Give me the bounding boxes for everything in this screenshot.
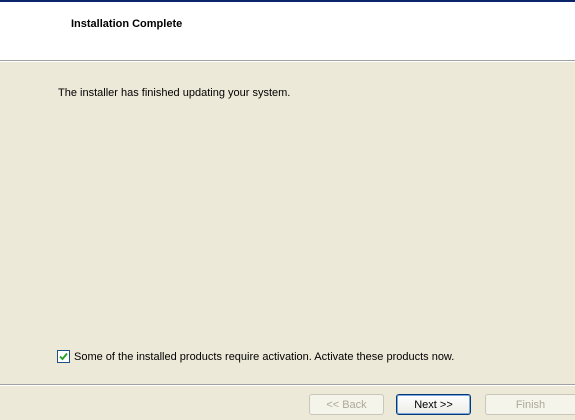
wizard-header: Installation Complete xyxy=(0,2,575,61)
activation-label[interactable]: Some of the installed products require a… xyxy=(74,351,454,363)
footer-separator xyxy=(0,384,575,386)
completion-message: The installer has finished updating your… xyxy=(58,87,291,99)
activation-checkbox[interactable] xyxy=(57,350,70,363)
page-title: Installation Complete xyxy=(71,18,183,30)
checkmark-icon xyxy=(59,352,68,361)
installer-window: Installation Complete The installer has … xyxy=(0,0,575,420)
finish-button[interactable]: Finish xyxy=(485,394,575,415)
next-button[interactable]: Next >> xyxy=(396,394,471,415)
activation-option[interactable]: Some of the installed products require a… xyxy=(57,350,454,363)
back-button[interactable]: << Back xyxy=(309,394,384,415)
